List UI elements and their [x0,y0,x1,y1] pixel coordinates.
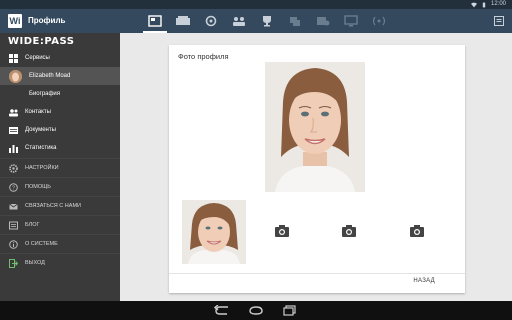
grid-icon [9,53,18,63]
sidebar-item-label: ПОМОЩЬ [25,184,51,190]
tab-gallery[interactable] [281,9,309,33]
status-time: 12:00 [490,1,506,7]
sidebar-item-services[interactable]: Сервисы [0,49,120,67]
share-icon [317,17,330,26]
card-icon [148,15,162,27]
tab-bar [141,9,393,33]
wifi-icon [470,2,477,7]
gallery-icon [290,17,300,26]
sidebar-item-label: Документы [25,127,56,133]
people-icon [233,17,245,26]
home-nav-icon[interactable] [248,305,264,316]
sidebar-item-label: НАСТРОЙКИ [25,165,59,171]
tab-broadcast[interactable] [365,9,393,33]
menu-icon[interactable] [494,16,504,26]
tab-screen[interactable] [337,9,365,33]
avatar [9,69,22,83]
tab-card[interactable] [141,9,169,33]
battery-icon [482,2,486,7]
back-button[interactable]: НАЗАД [413,278,435,284]
mail-icon [9,203,18,209]
card-title: Фото профиля [178,52,229,61]
sidebar-item-contact-us[interactable]: СВЯЗАТЬСЯ С НАМИ [0,196,120,215]
broadcast-icon [372,16,386,26]
camera-icon[interactable] [342,225,356,237]
sidebar-item-logout[interactable]: ВЫХОД [0,253,120,272]
sidebar-item-stats[interactable]: Статистика [0,139,120,157]
sidebar-item-settings[interactable]: НАСТРОЙКИ [0,158,120,177]
sidebar-item-label: СВЯЗАТЬСЯ С НАМИ [25,203,81,209]
status-bar: 12:00 [0,0,512,9]
sidebar-item-label: Статистика [25,145,57,151]
recents-nav-icon[interactable] [282,305,298,316]
tab-target[interactable] [197,9,225,33]
profile-photo-main[interactable] [265,62,365,192]
info-icon [9,239,18,249]
screen-icon [344,15,358,27]
sidebar-item-label: Сервисы [25,55,50,61]
sidebar-item-help[interactable]: ? ПОМОЩЬ [0,177,120,196]
tickets-icon [176,16,190,25]
app-bar: Wi Профиль [0,9,512,33]
contacts-icon [9,108,18,116]
tab-trophy[interactable] [253,9,281,33]
trophy-icon [263,16,271,27]
sidebar-item-label: БЛОГ [25,222,40,228]
sidebar-item-documents[interactable]: Документы [0,121,120,139]
sidebar-item-label: Контакты [25,109,51,115]
sidebar-secondary-menu: НАСТРОЙКИ ? ПОМОЩЬ СВЯЗАТЬСЯ С НАМИ БЛОГ… [0,158,120,272]
sidebar-item-user[interactable]: Elizabeth Moad [0,67,120,85]
divider [169,273,465,274]
sidebar-item-label: О СИСТЕМЕ [25,241,58,247]
tab-share[interactable] [309,9,337,33]
help-icon: ? [9,182,18,192]
profile-photo-card: Фото профиля НАЗАД [169,45,465,293]
sidebar: WIDE:PASS Сервисы Elizabeth Moad Биограф… [0,33,120,301]
svg-text:?: ? [12,185,15,191]
sidebar-item-label: Биография [29,91,61,97]
profile-photo-thumbnail[interactable] [182,200,246,264]
camera-icon[interactable] [410,225,424,237]
tab-tickets[interactable] [169,9,197,33]
sidebar-item-contacts[interactable]: Контакты [0,103,120,121]
sidebar-item-about[interactable]: О СИСТЕМЕ [0,234,120,253]
target-icon [205,15,217,27]
brand-logo: WIDE:PASS [8,35,75,47]
camera-icon[interactable] [275,225,289,237]
tab-people[interactable] [225,9,253,33]
sidebar-item-blog[interactable]: БЛОГ [0,215,120,234]
sidebar-item-biography[interactable]: Биография [0,85,120,103]
sidebar-item-label: ВЫХОД [25,260,45,266]
documents-icon [9,126,18,134]
back-nav-icon[interactable] [214,305,230,316]
stats-icon [9,144,18,153]
gear-icon [9,163,18,173]
exit-icon [9,258,18,268]
page-title: Профиль [28,16,66,25]
sidebar-item-label: Elizabeth Moad [29,73,71,79]
app-logo: Wi [8,14,22,28]
system-nav-bar [0,301,512,320]
blog-icon [9,221,18,229]
